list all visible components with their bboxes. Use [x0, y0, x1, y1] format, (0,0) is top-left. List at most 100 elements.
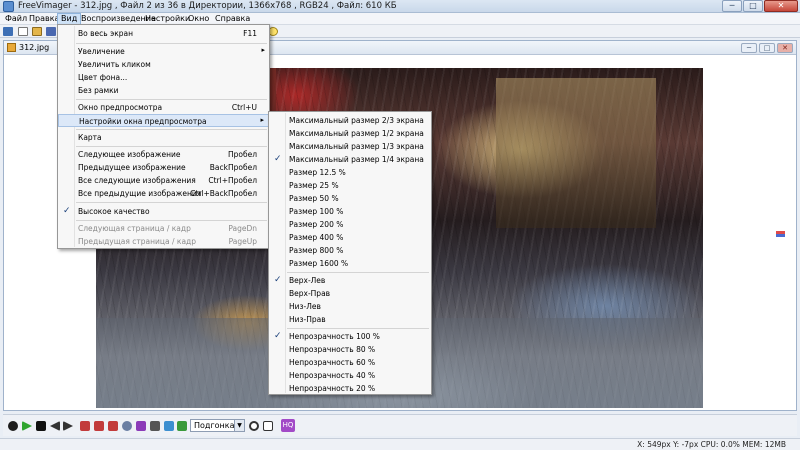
title-bar: FreeVimager - 312.jpg , Файл 2 из 36 в Д…	[0, 0, 800, 13]
menu-item-label: Низ-Лев	[289, 302, 321, 311]
menu-item-max-size-2-3[interactable]: Максимальный размер 2/3 экрана	[269, 114, 431, 127]
flip-icon[interactable]	[136, 421, 146, 431]
play-icon[interactable]	[22, 421, 32, 431]
menu-separator	[287, 272, 429, 273]
view-menu: Во весь экран F11 Увеличение ▸ Увеличить…	[57, 24, 270, 249]
menu-item-opacity-80[interactable]: Непрозрачность 80 %	[269, 343, 431, 356]
menu-item-map[interactable]: Карта	[58, 131, 269, 144]
menu-separator	[76, 202, 267, 203]
menu-item-size-50[interactable]: Размер 50 %	[269, 192, 431, 205]
menu-item-size-100[interactable]: Размер 100 %	[269, 205, 431, 218]
menu-item-top-right[interactable]: Верх-Прав	[269, 287, 431, 300]
resize-icon[interactable]	[164, 421, 174, 431]
menu-item-shortcut: BackПробел	[209, 163, 257, 172]
menu-item-size-12-5[interactable]: Размер 12.5 %	[269, 166, 431, 179]
rotate-left-icon[interactable]	[80, 421, 90, 431]
menu-item-label: Максимальный размер 2/3 экрана	[289, 116, 424, 125]
maximize-button[interactable]: □	[743, 0, 763, 12]
checkmark-icon: ✓	[274, 154, 282, 164]
menu-item-label: Максимальный размер 1/2 экрана	[289, 129, 424, 138]
menu-item-label: Непрозрачность 20 %	[289, 384, 376, 393]
menu-item-label: Размер 100 %	[289, 207, 344, 216]
app-icon[interactable]	[3, 1, 14, 12]
menu-item-max-size-1-4[interactable]: ✓ Максимальный размер 1/4 экрана	[269, 153, 431, 166]
preview-marker-icon	[776, 231, 785, 237]
stop-icon[interactable]	[36, 421, 46, 431]
playback-toolbar: Подгонка ▼ HQ	[3, 414, 797, 436]
menu-item-previous-page: Предыдущая страница / кадр PageUp	[58, 235, 269, 248]
menu-item-label: Размер 400 %	[289, 233, 344, 242]
info-icon[interactable]	[8, 421, 18, 431]
child-close-button[interactable]: ✕	[777, 43, 793, 53]
zoom-mode-select[interactable]: Подгонка ▼	[190, 419, 245, 432]
menu-item-next-image[interactable]: Следующее изображение Пробел	[58, 148, 269, 161]
menu-item-preview-window[interactable]: Окно предпросмотра Ctrl+U	[58, 101, 269, 114]
new-file-icon[interactable]	[18, 27, 28, 36]
save-icon[interactable]	[46, 27, 56, 36]
child-maximize-button[interactable]: □	[759, 43, 775, 53]
open-folder-icon[interactable]	[32, 27, 42, 36]
menu-item-label: Размер 1600 %	[289, 259, 349, 268]
menu-item-shortcut: PageDn	[228, 224, 257, 233]
menu-item-all-previous-images[interactable]: Все предыдущие изображения Ctrl+BackПроб…	[58, 187, 269, 200]
menu-item-label: Без рамки	[78, 86, 119, 95]
menu-item-label: Цвет фона...	[78, 73, 128, 82]
menu-item-previous-image[interactable]: Предыдущее изображение BackПробел	[58, 161, 269, 174]
checkmark-icon: ✓	[63, 206, 71, 216]
close-button[interactable]: ✕	[764, 0, 798, 12]
menu-item-preview-settings[interactable]: Настройки окна предпросмотра ▸	[58, 114, 269, 127]
menu-item-label: Максимальный размер 1/4 экрана	[289, 155, 424, 164]
menu-item-zoom[interactable]: Увеличение ▸	[58, 45, 269, 58]
menu-item-label: Размер 25 %	[289, 181, 339, 190]
menu-separator	[76, 99, 267, 100]
monitor-icon[interactable]	[3, 27, 13, 36]
menu-item-label: Окно предпросмотра	[78, 103, 163, 112]
zoom-icon[interactable]	[249, 421, 259, 431]
rotate-right-icon[interactable]	[94, 421, 104, 431]
menu-item-high-quality[interactable]: ✓ Высокое качество	[58, 205, 269, 218]
menu-item-zoom-click[interactable]: Увеличить кликом	[58, 58, 269, 71]
menu-item-label: Непрозрачность 40 %	[289, 371, 376, 380]
child-minimize-button[interactable]: ─	[741, 43, 757, 53]
menu-item-label: Верх-Лев	[289, 276, 326, 285]
high-quality-badge[interactable]: HQ	[281, 419, 295, 432]
menu-item-opacity-60[interactable]: Непрозрачность 60 %	[269, 356, 431, 369]
background-color-icon[interactable]	[263, 421, 273, 431]
photo-icon[interactable]	[177, 421, 187, 431]
menu-item-size-25[interactable]: Размер 25 %	[269, 179, 431, 192]
menu-item-label: Во весь экран	[78, 29, 133, 38]
menu-item-size-800[interactable]: Размер 800 %	[269, 244, 431, 257]
chevron-down-icon[interactable]: ▼	[234, 420, 244, 431]
menu-item-size-200[interactable]: Размер 200 %	[269, 218, 431, 231]
menu-item-opacity-100[interactable]: ✓ Непрозрачность 100 %	[269, 330, 431, 343]
image-window-title: 312.jpg	[19, 43, 50, 52]
refresh-icon[interactable]	[122, 421, 132, 431]
menu-item-opacity-40[interactable]: Непрозрачность 40 %	[269, 369, 431, 382]
window-controls: ─ □ ✕	[722, 0, 798, 12]
menu-item-bottom-right[interactable]: Низ-Прав	[269, 313, 431, 326]
crop-icon[interactable]	[150, 421, 160, 431]
menu-item-size-1600[interactable]: Размер 1600 %	[269, 257, 431, 270]
menu-item-label: Следующее изображение	[78, 150, 181, 159]
menu-item-label: Верх-Прав	[289, 289, 331, 298]
menu-item-max-size-1-3[interactable]: Максимальный размер 1/3 экрана	[269, 140, 431, 153]
minimize-button[interactable]: ─	[722, 0, 742, 12]
image-region-building-right	[496, 78, 656, 228]
menu-item-all-next-images[interactable]: Все следующие изображения Ctrl+Пробел	[58, 174, 269, 187]
menu-item-shortcut: Ctrl+U	[231, 103, 257, 112]
menu-item-next-page: Следующая страница / кадр PageDn	[58, 222, 269, 235]
menu-item-size-400[interactable]: Размер 400 %	[269, 231, 431, 244]
menu-item-top-left[interactable]: ✓ Верх-Лев	[269, 274, 431, 287]
previous-arrow-icon[interactable]	[50, 421, 60, 431]
menu-item-no-border[interactable]: Без рамки	[58, 84, 269, 97]
menu-item-background-color[interactable]: Цвет фона...	[58, 71, 269, 84]
menu-separator	[76, 146, 267, 147]
image-window-controls: ─ □ ✕	[741, 43, 793, 53]
menu-item-bottom-left[interactable]: Низ-Лев	[269, 300, 431, 313]
checkmark-icon: ✓	[274, 275, 282, 285]
menu-item-max-size-1-2[interactable]: Максимальный размер 1/2 экрана	[269, 127, 431, 140]
menu-item-opacity-20[interactable]: Непрозрачность 20 %	[269, 382, 431, 395]
next-arrow-icon[interactable]	[63, 421, 73, 431]
menu-item-fullscreen[interactable]: Во весь экран F11	[58, 27, 269, 40]
rotate-180-icon[interactable]	[108, 421, 118, 431]
